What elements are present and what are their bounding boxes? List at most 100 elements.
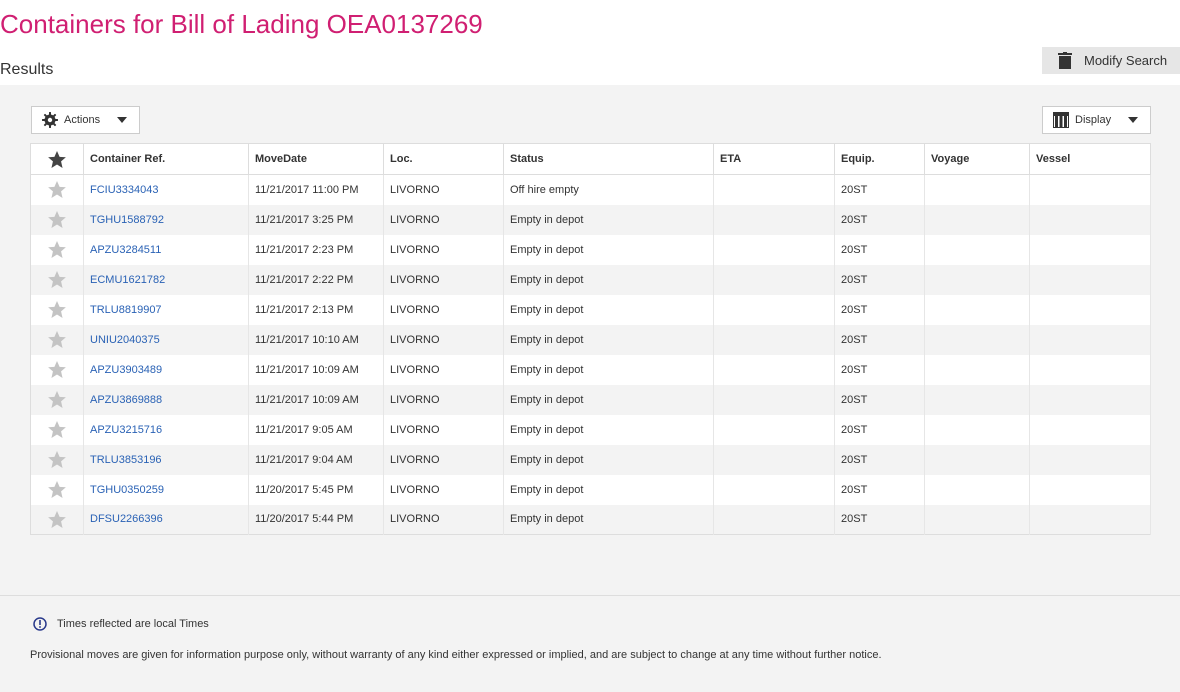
footer-divider	[0, 595, 1180, 596]
eta-cell	[713, 264, 835, 295]
voyage-cell	[924, 294, 1030, 325]
eta-cell	[713, 324, 835, 355]
favorite-toggle[interactable]	[30, 174, 84, 205]
favorite-toggle[interactable]	[30, 354, 84, 385]
column-header-movedate[interactable]: MoveDate	[248, 143, 384, 175]
loc-cell: LIVORNO	[383, 414, 504, 445]
favorite-toggle[interactable]	[30, 474, 84, 505]
container-ref-link[interactable]: TRLU8819907	[90, 304, 162, 316]
movedate-cell: 11/21/2017 10:09 AM	[248, 354, 384, 385]
container-ref-link[interactable]: TGHU1588792	[90, 214, 164, 226]
page-title: Containers for Bill of Lading OEA0137269	[0, 9, 483, 39]
favorite-toggle[interactable]	[30, 504, 84, 535]
loc-cell: LIVORNO	[383, 264, 504, 295]
equip-cell: 20ST	[834, 384, 925, 415]
container-ref-link[interactable]: APZU3215716	[90, 424, 162, 436]
voyage-cell	[924, 264, 1030, 295]
eta-cell	[713, 294, 835, 325]
container-ref-cell: UNIU2040375	[83, 324, 249, 355]
favorite-column-header[interactable]	[30, 143, 84, 175]
chevron-down-icon	[117, 117, 127, 123]
modify-search-label: Modify Search	[1084, 53, 1168, 68]
container-ref-link[interactable]: TGHU0350259	[90, 484, 164, 496]
container-ref-link[interactable]: APZU3903489	[90, 364, 162, 376]
containers-table: Container Ref. MoveDate Loc. Status ETA …	[30, 143, 1151, 535]
columns-icon	[1053, 112, 1069, 128]
voyage-cell	[924, 204, 1030, 235]
movedate-cell: 11/21/2017 10:09 AM	[248, 384, 384, 415]
equip-cell: 20ST	[834, 354, 925, 385]
gear-icon	[42, 112, 58, 128]
column-header-container-ref[interactable]: Container Ref.	[83, 143, 249, 175]
vessel-cell	[1029, 414, 1151, 445]
container-ref-link[interactable]: FCIU3334043	[90, 184, 159, 196]
movedate-cell: 11/21/2017 2:23 PM	[248, 234, 384, 265]
movedate-cell: 11/21/2017 9:05 AM	[248, 414, 384, 445]
loc-cell: LIVORNO	[383, 504, 504, 535]
column-header-eta[interactable]: ETA	[713, 143, 835, 175]
voyage-cell	[924, 174, 1030, 205]
equip-cell: 20ST	[834, 294, 925, 325]
actions-button[interactable]: Actions	[31, 106, 140, 134]
container-ref-cell: TGHU0350259	[83, 474, 249, 505]
eta-cell	[713, 444, 835, 475]
favorite-toggle[interactable]	[30, 324, 84, 355]
container-ref-cell: APZU3215716	[83, 414, 249, 445]
loc-cell: LIVORNO	[383, 444, 504, 475]
column-header-equip[interactable]: Equip.	[834, 143, 925, 175]
star-icon	[48, 241, 66, 258]
column-header-loc[interactable]: Loc.	[383, 143, 504, 175]
container-ref-cell: ECMU1621782	[83, 264, 249, 295]
favorite-toggle[interactable]	[30, 294, 84, 325]
disclaimer-text: Provisional moves are given for informat…	[30, 649, 882, 661]
star-icon	[48, 361, 66, 378]
vessel-cell	[1029, 444, 1151, 475]
display-button[interactable]: Display	[1042, 106, 1151, 134]
container-ref-cell: TRLU3853196	[83, 444, 249, 475]
container-ref-link[interactable]: ECMU1621782	[90, 274, 165, 286]
star-icon	[48, 481, 66, 498]
container-ref-link[interactable]: UNIU2040375	[90, 334, 160, 346]
favorite-toggle[interactable]	[30, 414, 84, 445]
favorite-toggle[interactable]	[30, 444, 84, 475]
favorite-toggle[interactable]	[30, 264, 84, 295]
movedate-cell: 11/21/2017 9:04 AM	[248, 444, 384, 475]
trash-icon	[1058, 52, 1072, 69]
table-header-row: Container Ref. MoveDate Loc. Status ETA …	[30, 143, 1151, 175]
results-label: Results	[0, 61, 54, 78]
table-row: FCIU3334043 11/21/2017 11:00 PM LIVORNO Off…	[30, 174, 1151, 205]
star-icon	[48, 451, 66, 468]
voyage-cell	[924, 504, 1030, 535]
star-icon	[48, 510, 66, 528]
eta-cell	[713, 204, 835, 235]
voyage-cell	[924, 384, 1030, 415]
container-ref-link[interactable]: TRLU3853196	[90, 454, 162, 466]
table-row: APZU3284511 11/21/2017 2:23 PM LIVORNO Empt…	[30, 234, 1151, 265]
table-row: TRLU8819907 11/21/2017 2:13 PM LIVORNO Empt…	[30, 294, 1151, 325]
status-cell: Empty in depot	[503, 444, 714, 475]
container-ref-link[interactable]: APZU3284511	[90, 244, 161, 256]
container-ref-link[interactable]: APZU3869888	[90, 394, 162, 406]
container-ref-link[interactable]: DFSU2266396	[90, 513, 163, 525]
loc-cell: LIVORNO	[383, 354, 504, 385]
movedate-cell: 11/21/2017 10:10 AM	[248, 324, 384, 355]
equip-cell: 20ST	[834, 204, 925, 235]
favorite-toggle[interactable]	[30, 204, 84, 235]
column-header-vessel[interactable]: Vessel	[1029, 143, 1151, 175]
favorite-toggle[interactable]	[30, 384, 84, 415]
info-icon	[33, 617, 47, 631]
table-row: APZU3869888 11/21/2017 10:09 AM LIVORNO Emp…	[30, 384, 1151, 415]
column-header-status[interactable]: Status	[503, 143, 714, 175]
voyage-cell	[924, 234, 1030, 265]
loc-cell: LIVORNO	[383, 474, 504, 505]
loc-cell: LIVORNO	[383, 294, 504, 325]
favorite-toggle[interactable]	[30, 234, 84, 265]
status-cell: Empty in depot	[503, 504, 714, 535]
modify-search-button[interactable]: Modify Search	[1042, 47, 1180, 74]
voyage-cell	[924, 474, 1030, 505]
table-row: APZU3215716 11/21/2017 9:05 AM LIVORNO Empt…	[30, 414, 1151, 445]
column-header-voyage[interactable]: Voyage	[924, 143, 1030, 175]
star-icon	[48, 301, 66, 318]
movedate-cell: 11/21/2017 2:22 PM	[248, 264, 384, 295]
eta-cell	[713, 504, 835, 535]
